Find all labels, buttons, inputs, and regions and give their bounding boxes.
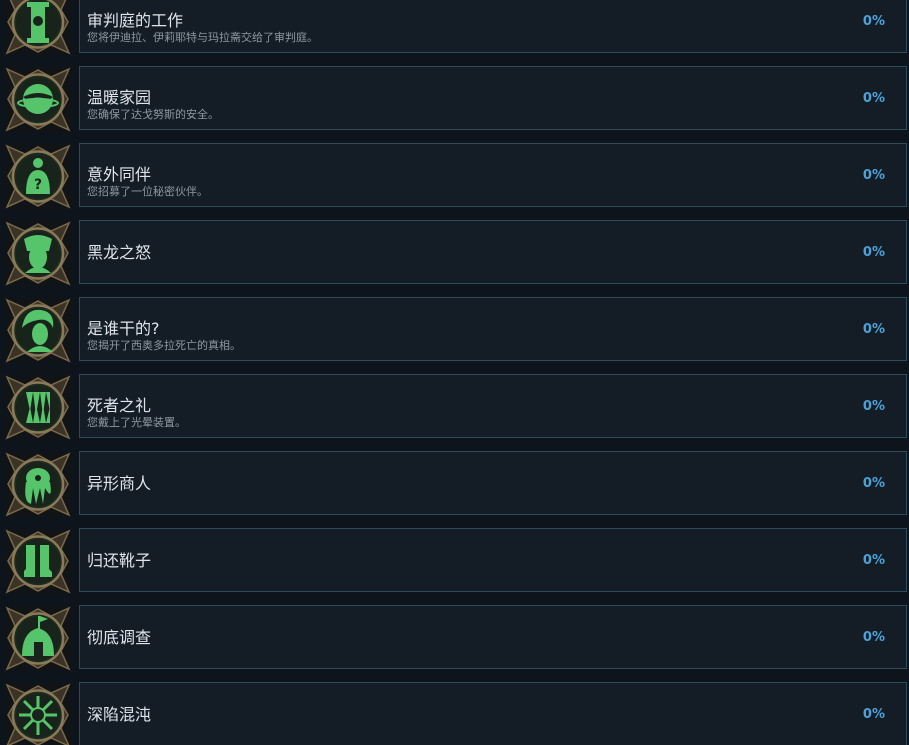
achievement-description: 您招募了一位秘密伙伴。 <box>87 185 208 198</box>
chaos-star-icon <box>5 683 71 745</box>
unlock-percentage: 0% <box>862 630 885 645</box>
unlock-percentage: 0% <box>862 399 885 414</box>
dark-eldar-face-icon <box>5 221 71 286</box>
skull-pillar-icon <box>5 0 71 55</box>
achievement-card[interactable]: 黑龙之怒 0% <box>79 220 907 284</box>
unlock-percentage: 0% <box>862 553 885 568</box>
achievement-row[interactable]: 温暖家园 您确保了达戈努斯的安全。 0% <box>0 66 909 143</box>
achievement-description: 您确保了达戈努斯的安全。 <box>87 108 219 121</box>
achievement-row[interactable]: ? 意外同伴 您招募了一位秘密伙伴。 0% <box>0 143 909 220</box>
unlock-percentage: 0% <box>862 14 885 29</box>
achievement-row[interactable]: 异形商人 0% <box>0 451 909 528</box>
unlock-percentage: 0% <box>862 476 885 491</box>
achievement-card[interactable]: 异形商人 0% <box>79 451 907 515</box>
achievement-description: 您揭开了西奥多拉死亡的真相。 <box>87 339 241 352</box>
achievement-title: 深陷混沌 <box>87 705 152 724</box>
achievement-title: 彻底调查 <box>87 628 152 647</box>
achievement-description: 您戴上了光晕装置。 <box>87 416 186 429</box>
hooded-woman-icon <box>5 298 71 363</box>
achievement-row[interactable]: 死者之礼 您戴上了光晕装置。 0% <box>0 374 909 451</box>
achievement-row[interactable]: 深陷混沌 0% <box>0 682 909 745</box>
tent-flag-icon <box>5 606 71 671</box>
unlock-percentage: 0% <box>862 91 885 106</box>
achievement-card[interactable]: 归还靴子 0% <box>79 528 907 592</box>
unlock-percentage: 0% <box>862 322 885 337</box>
achievement-card[interactable]: 彻底调查 0% <box>79 605 907 669</box>
achievement-row[interactable]: 黑龙之怒 0% <box>0 220 909 297</box>
unlock-percentage: 0% <box>862 168 885 183</box>
boots-icon <box>5 529 71 594</box>
achievement-title: 温暖家园 <box>87 88 152 107</box>
unlock-percentage: 0% <box>862 707 885 722</box>
achievement-description: 您将伊迪拉、伊莉耶特与玛拉斋交给了审判庭。 <box>87 31 318 44</box>
achievement-row[interactable]: 是谁干的? 您揭开了西奥多拉死亡的真相。 0% <box>0 297 909 374</box>
fanged-maw-icon <box>5 375 71 440</box>
svg-text:?: ? <box>34 177 42 193</box>
achievement-card[interactable]: 死者之礼 您戴上了光晕装置。 0% <box>79 374 907 438</box>
achievement-card[interactable]: 是谁干的? 您揭开了西奥多拉死亡的真相。 0% <box>79 297 907 361</box>
achievement-title: 死者之礼 <box>87 396 152 415</box>
achievement-card[interactable]: 深陷混沌 0% <box>79 682 907 745</box>
achievement-card[interactable]: 温暖家园 您确保了达戈努斯的安全。 0% <box>79 66 907 130</box>
achievement-title: 是谁干的? <box>87 319 160 338</box>
achievement-title: 意外同伴 <box>87 165 152 184</box>
achievement-title: 黑龙之怒 <box>87 243 152 262</box>
xenos-merchant-icon <box>5 452 71 517</box>
aquila-planet-icon <box>5 67 71 132</box>
achievement-title: 异形商人 <box>87 474 152 493</box>
achievement-row[interactable]: 彻底调查 0% <box>0 605 909 682</box>
achievement-title: 归还靴子 <box>87 551 152 570</box>
achievement-list: 审判庭的工作 您将伊迪拉、伊莉耶特与玛拉斋交给了审判庭。 0% 温暖家园 您确保了达戈努… <box>0 0 909 745</box>
unlock-percentage: 0% <box>862 245 885 260</box>
achievement-card[interactable]: 审判庭的工作 您将伊迪拉、伊莉耶特与玛拉斋交给了审判庭。 0% <box>79 0 907 53</box>
achievement-card[interactable]: 意外同伴 您招募了一位秘密伙伴。 0% <box>79 143 907 207</box>
achievement-row[interactable]: 归还靴子 0% <box>0 528 909 605</box>
achievement-row[interactable]: 审判庭的工作 您将伊迪拉、伊莉耶特与玛拉斋交给了审判庭。 0% <box>0 0 909 66</box>
achievement-title: 审判庭的工作 <box>87 11 184 30</box>
mystery-companion-icon: ? <box>5 144 71 209</box>
